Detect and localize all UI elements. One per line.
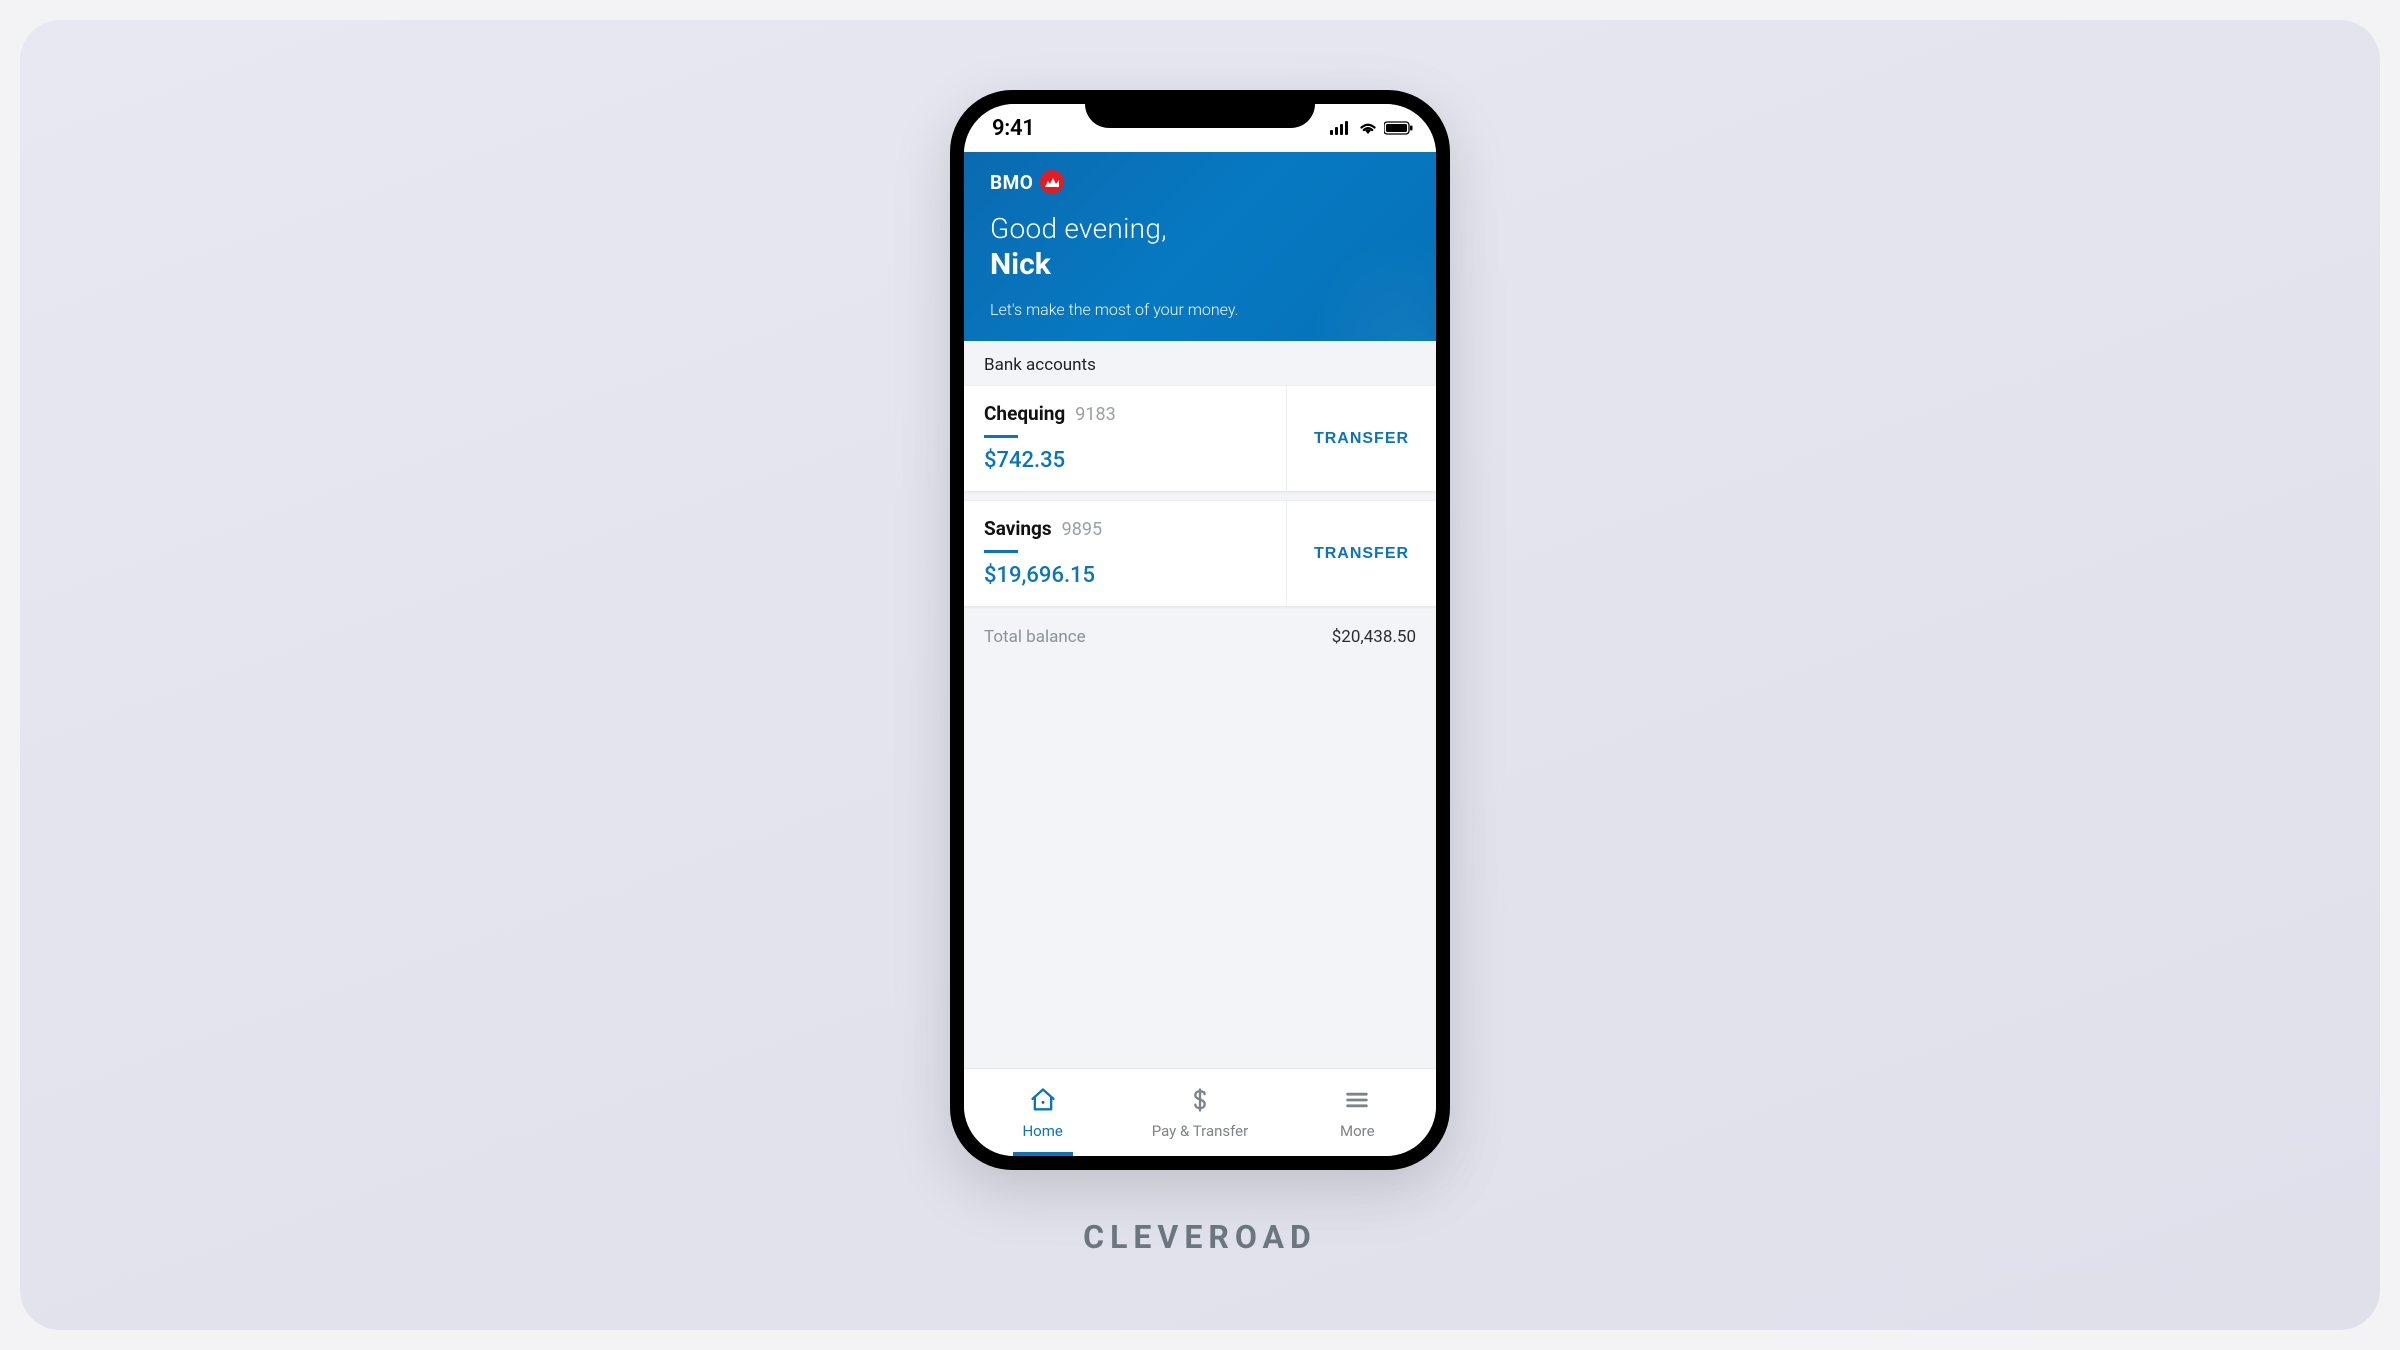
account-info: Chequing 9183 $742.35 [964,386,1286,491]
account-number: 9183 [1075,404,1115,425]
tab-pay-transfer[interactable]: Pay & Transfer [1121,1069,1278,1156]
wifi-icon [1358,116,1378,141]
tab-label: Home [1022,1122,1062,1140]
accent-divider [984,435,1018,438]
presentation-card: 9:41 [20,20,2380,1330]
account-action: TRANSFER [1286,501,1436,606]
content-spacer [964,659,1436,1068]
account-balance: $19,696.15 [984,563,1266,588]
phone-frame: 9:41 [950,90,1450,1170]
status-time: 9:41 [992,116,1035,141]
phone-screen: 9:41 [964,104,1436,1156]
account-card-savings[interactable]: Savings 9895 $19,696.15 TRANSFER [964,500,1436,607]
accent-divider [984,550,1018,553]
hero-tagline: Let's make the most of your money. [990,300,1410,319]
account-name: Chequing [984,402,1065,425]
total-balance-row: Total balance $20,438.50 [964,615,1436,659]
account-number: 9895 [1062,519,1102,540]
brand-badge-icon [1040,170,1064,194]
tab-home[interactable]: Home [964,1069,1121,1156]
tab-label: More [1340,1122,1375,1140]
home-icon [1029,1086,1057,1118]
dollar-icon [1186,1086,1214,1118]
presentation-caption: CLEVEROAD [1083,1218,1317,1256]
brand-name: BMO [990,171,1033,194]
total-balance-label: Total balance [984,627,1086,647]
tab-more[interactable]: More [1279,1069,1436,1156]
bottom-tab-bar: Home Pay & Transfer [964,1068,1436,1156]
battery-icon [1384,116,1414,141]
phone-notch [1085,90,1315,128]
brand-logo: BMO [990,170,1410,194]
account-card-chequing[interactable]: Chequing 9183 $742.35 TRANSFER [964,385,1436,492]
accounts-section-header: Bank accounts [964,341,1436,385]
account-name: Savings [984,517,1052,540]
account-action: TRANSFER [1286,386,1436,491]
transfer-button[interactable]: TRANSFER [1314,430,1409,448]
status-indicators [1330,116,1414,141]
hero-header: BMO Good evening, Nick Let's make the mo… [964,152,1436,341]
total-balance-value: $20,438.50 [1332,627,1416,647]
account-balance: $742.35 [984,448,1266,473]
cellular-icon [1330,116,1352,141]
account-info: Savings 9895 $19,696.15 [964,501,1286,606]
menu-icon [1343,1086,1371,1118]
transfer-button[interactable]: TRANSFER [1314,545,1409,563]
tab-label: Pay & Transfer [1152,1122,1248,1140]
